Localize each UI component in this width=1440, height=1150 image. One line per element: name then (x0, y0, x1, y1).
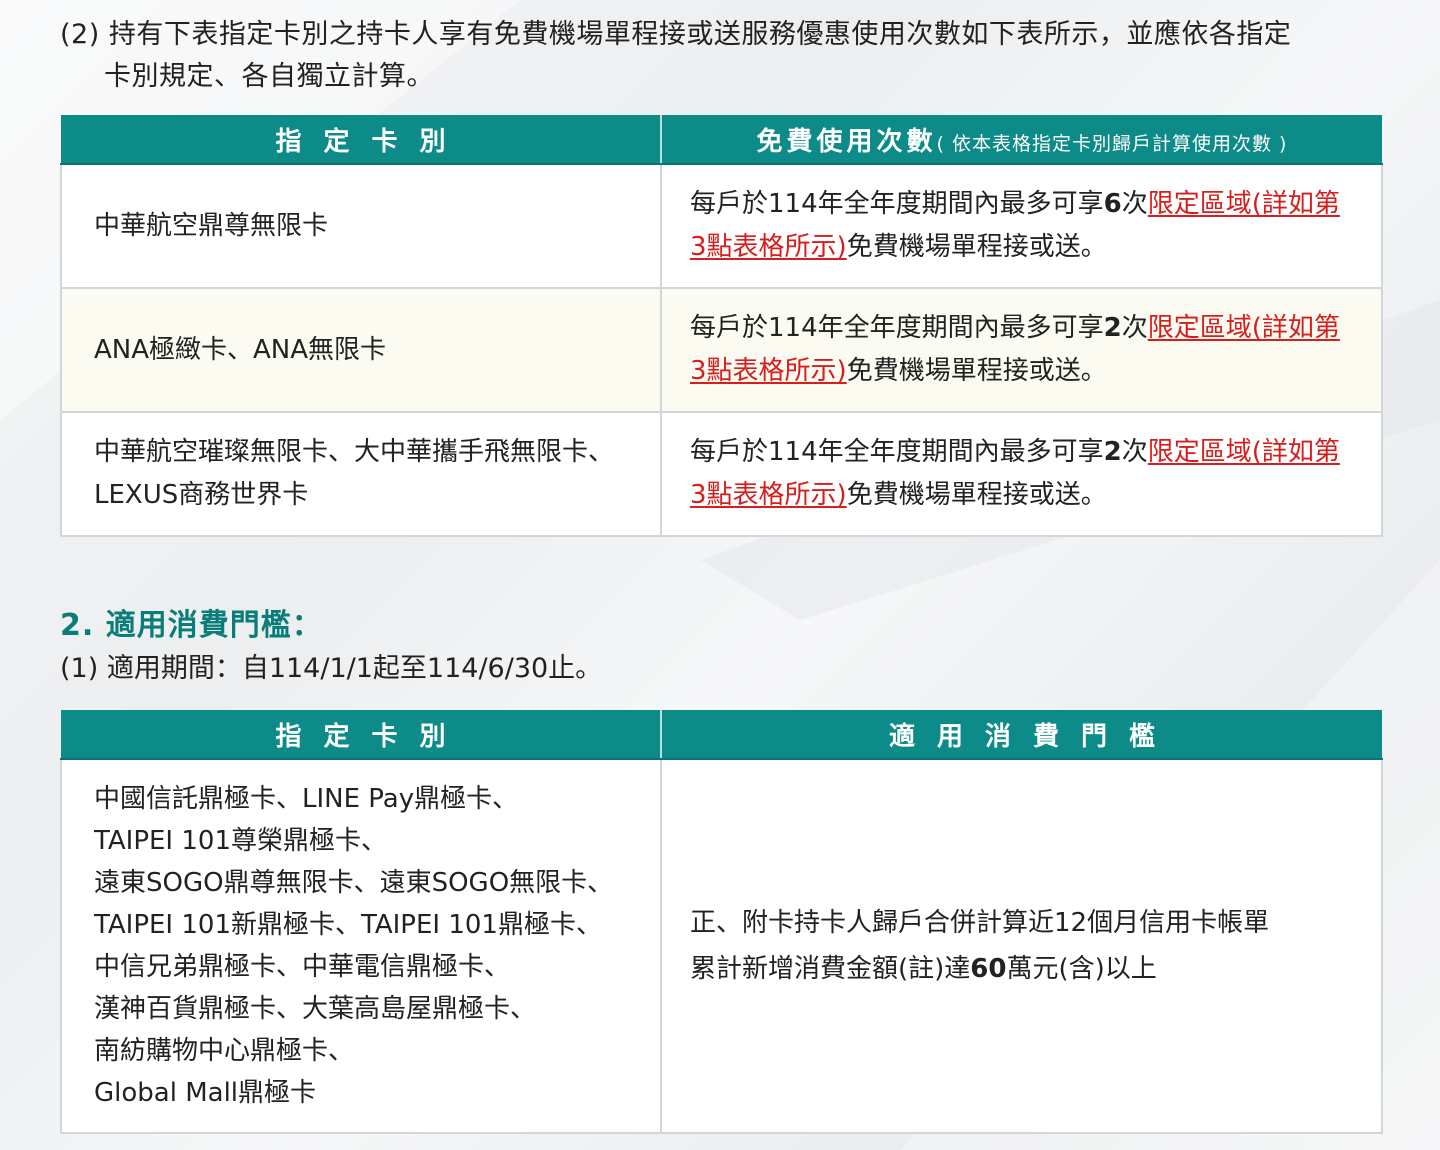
intro-paragraph: (2) 持有下表指定卡別之持卡人享有免費機場單程接或送服務優惠使用次數如下表所示… (60, 14, 1390, 98)
intro-line-1: (2) 持有下表指定卡別之持卡人享有免費機場單程接或送服務優惠使用次數如下表所示… (60, 19, 1292, 50)
card-cell: ANA極緻卡、ANA無限卡 (60, 287, 662, 413)
card-cell: 中華航空璀璨無限卡、大中華攜手飛無限卡、 LEXUS商務世界卡 (60, 411, 662, 537)
table2-header-threshold: 適用消費門檻 (661, 710, 1382, 760)
section-heading-threshold: 2. 適用消費門檻： (60, 608, 323, 643)
usage-cell: 每戶於114年全年度期間內最多可享6次限定區域(詳如第3點表格所示)免費機場單程… (660, 163, 1383, 289)
threshold-cell: 正、附卡持卡人歸戶合併計算近12個月信用卡帳單 累計新增消費金額(註)達60萬元… (660, 758, 1383, 1134)
free-usage-table: 指定卡別 免費使用次數( 依本表格指定卡別歸戶計算使用次數 ) 中華航空鼎尊無限… (60, 115, 1383, 537)
table-row: 中國信託鼎極卡、LINE Pay鼎極卡、 TAIPEI 101尊榮鼎極卡、 遠東… (60, 758, 1383, 1134)
usage-cell: 每戶於114年全年度期間內最多可享2次限定區域(詳如第3點表格所示)免費機場單程… (660, 287, 1383, 413)
applicable-period: (1) 適用期間：自114/1/1起至114/6/30止。 (60, 653, 603, 684)
usage-cell: 每戶於114年全年度期間內最多可享2次限定區域(詳如第3點表格所示)免費機場單程… (660, 411, 1383, 537)
usage-count: 2 (1103, 437, 1122, 467)
card-cell: 中華航空鼎尊無限卡 (60, 163, 662, 289)
table-row: 中華航空鼎尊無限卡 每戶於114年全年度期間內最多可享6次限定區域(詳如第3點表… (60, 163, 1383, 289)
threshold-amount: 60 (970, 954, 1007, 984)
card-list-cell: 中國信託鼎極卡、LINE Pay鼎極卡、 TAIPEI 101尊榮鼎極卡、 遠東… (60, 758, 662, 1134)
table-row: ANA極緻卡、ANA無限卡 每戶於114年全年度期間內最多可享2次限定區域(詳如… (60, 287, 1383, 413)
threshold-table: 指定卡別 適用消費門檻 中國信託鼎極卡、LINE Pay鼎極卡、 TAIPEI … (60, 710, 1383, 1134)
usage-count: 6 (1103, 189, 1122, 219)
table1-header-note: ( 依本表格指定卡別歸戶計算使用次數 ) (936, 132, 1288, 155)
table1-header-count: 免費使用次數( 依本表格指定卡別歸戶計算使用次數 ) (661, 115, 1382, 165)
intro-line-2: 卡別規定、各自獨立計算。 (104, 61, 434, 92)
table-row: 中華航空璀璨無限卡、大中華攜手飛無限卡、 LEXUS商務世界卡 每戶於114年全… (60, 411, 1383, 537)
usage-count: 2 (1103, 313, 1122, 343)
table1-header-card: 指定卡別 (61, 115, 662, 165)
table2-header-card: 指定卡別 (61, 710, 662, 760)
